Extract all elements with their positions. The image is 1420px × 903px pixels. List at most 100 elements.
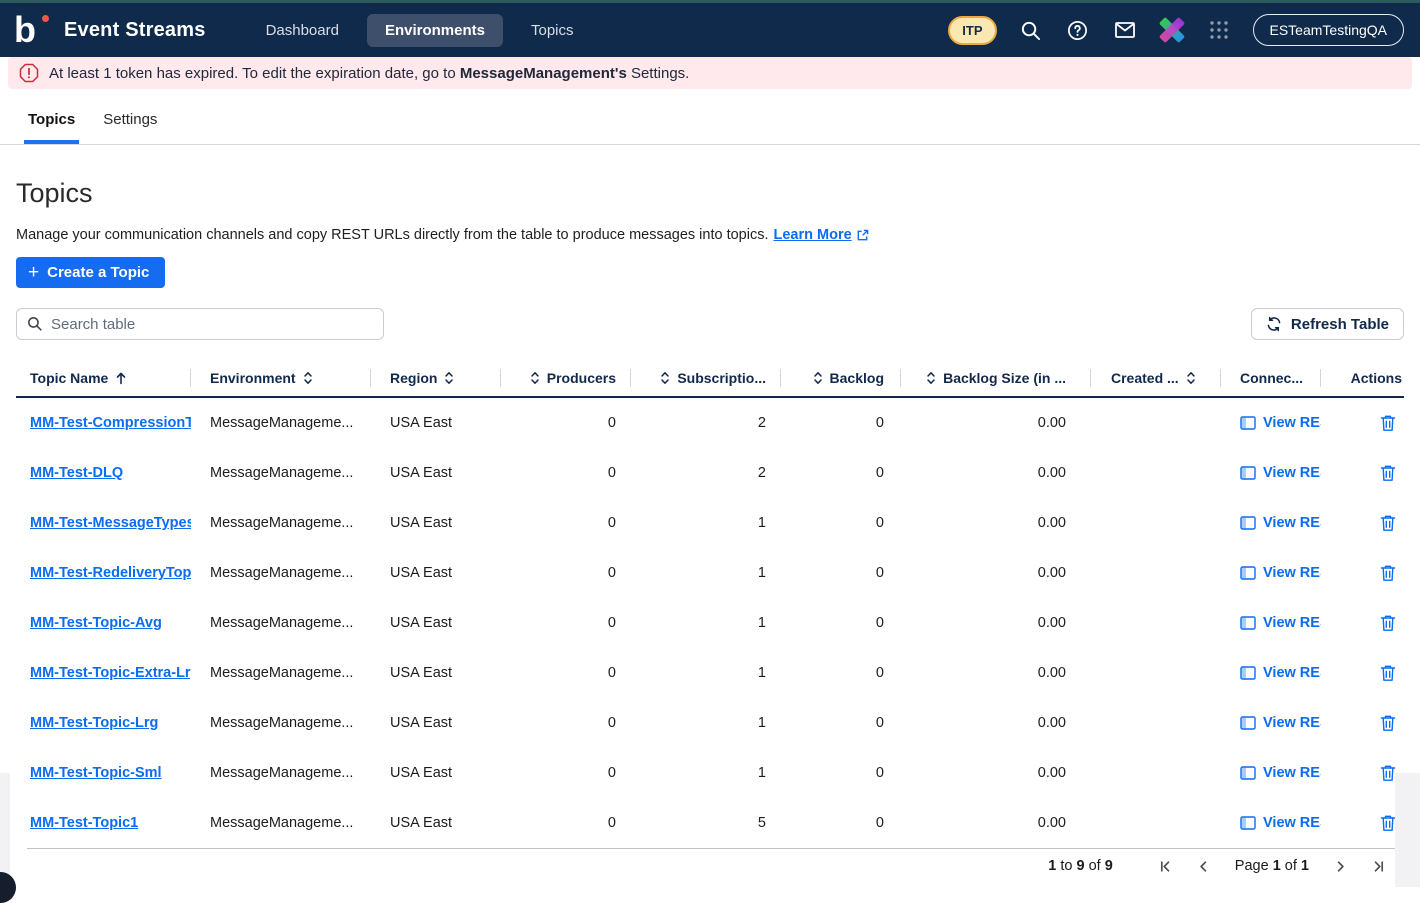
view-rest-urls-link[interactable]: View RES xyxy=(1240,465,1321,481)
topic-name-cell: MM-Test-Topic-Extra-Lrg xyxy=(16,648,191,698)
topic-name-link[interactable]: MM-Test-RedeliveryTopi xyxy=(30,565,191,581)
account-button[interactable]: ESTeamTestingQA xyxy=(1253,14,1405,46)
subscriptions-cell: 2 xyxy=(631,398,781,448)
created-cell xyxy=(1091,498,1221,548)
actions-cell xyxy=(1321,448,1404,498)
next-page-button[interactable] xyxy=(1334,860,1347,873)
page-indicator: Page 1 of 1 xyxy=(1235,858,1309,874)
topic-name-link[interactable]: MM-Test-Topic-Avg xyxy=(30,615,162,631)
producers-cell: 0 xyxy=(501,548,631,598)
table-row: MM-Test-DLQ MessageManageme... USA East … xyxy=(16,448,1404,498)
side-panel-icon xyxy=(1240,416,1256,430)
nav-topics[interactable]: Topics xyxy=(513,14,592,47)
first-page-button[interactable] xyxy=(1159,860,1172,873)
delete-topic-button[interactable] xyxy=(1380,564,1396,582)
refresh-table-button[interactable]: Refresh Table xyxy=(1251,308,1404,340)
delete-topic-button[interactable] xyxy=(1380,714,1396,732)
col-producers[interactable]: Producers xyxy=(501,360,631,396)
create-topic-button[interactable]: + Create a Topic xyxy=(16,257,165,288)
backlog-cell: 0 xyxy=(781,748,901,798)
topic-name-link[interactable]: MM-Test-MessageTypes xyxy=(30,515,191,531)
col-region[interactable]: Region xyxy=(371,360,501,396)
delete-topic-button[interactable] xyxy=(1380,464,1396,482)
topic-name-link[interactable]: MM-Test-Topic-Lrg xyxy=(30,715,158,731)
app-grid-icon[interactable] xyxy=(1206,17,1232,43)
page-edge-right xyxy=(1395,773,1420,887)
topic-name-cell: MM-Test-DLQ xyxy=(16,448,191,498)
delete-topic-button[interactable] xyxy=(1380,414,1396,432)
environment-cell: MessageManageme... xyxy=(191,748,371,798)
region-cell: USA East xyxy=(371,648,501,698)
delete-topic-button[interactable] xyxy=(1380,664,1396,682)
side-panel-icon xyxy=(1240,516,1256,530)
sort-both-icon xyxy=(660,370,670,386)
delete-topic-button[interactable] xyxy=(1380,514,1396,532)
first-page-icon xyxy=(1159,860,1172,873)
table-toolbar: Refresh Table xyxy=(16,308,1404,340)
boomi-atom-icon[interactable] xyxy=(1159,17,1185,43)
nav-environments[interactable]: Environments xyxy=(367,14,503,47)
view-rest-urls-link[interactable]: View RES xyxy=(1240,715,1321,731)
col-environment[interactable]: Environment xyxy=(191,360,371,396)
search-icon[interactable] xyxy=(1018,17,1044,43)
app-title: Event Streams xyxy=(64,19,206,42)
alert-environment-name: MessageManagement's xyxy=(460,65,627,82)
topic-name-link[interactable]: MM-Test-Topic1 xyxy=(30,815,138,831)
created-cell xyxy=(1091,798,1221,848)
producers-cell: 0 xyxy=(501,498,631,548)
backlog-cell: 0 xyxy=(781,598,901,648)
backlog-size-cell: 0.00 xyxy=(901,648,1091,698)
previous-page-button[interactable] xyxy=(1197,860,1210,873)
col-topic-name[interactable]: Topic Name xyxy=(16,360,191,396)
sort-both-icon xyxy=(444,370,454,386)
delete-topic-button[interactable] xyxy=(1380,814,1396,832)
topics-table: Topic Name Environment Region Producers … xyxy=(16,360,1404,848)
col-backlog-size[interactable]: Backlog Size (in ... xyxy=(901,360,1091,396)
view-rest-urls-link[interactable]: View RES xyxy=(1240,615,1321,631)
view-rest-urls-link[interactable]: View RES xyxy=(1240,765,1321,781)
sort-both-icon xyxy=(530,370,540,386)
view-rest-urls-link[interactable]: View RES xyxy=(1240,415,1321,431)
topic-name-cell: MM-Test-Topic-Sml xyxy=(16,748,191,798)
mail-icon[interactable] xyxy=(1112,17,1138,43)
side-panel-icon xyxy=(1240,816,1256,830)
col-backlog[interactable]: Backlog xyxy=(781,360,901,396)
view-rest-urls-link[interactable]: View RES xyxy=(1240,515,1321,531)
last-page-button[interactable] xyxy=(1372,860,1385,873)
environment-cell: MessageManageme... xyxy=(191,498,371,548)
delete-topic-button[interactable] xyxy=(1380,764,1396,782)
header-actions: ITP ESTeamTestingQA xyxy=(948,14,1404,46)
nav-dashboard[interactable]: Dashboard xyxy=(248,14,357,47)
tab-topics[interactable]: Topics xyxy=(24,111,79,144)
topic-name-link[interactable]: MM-Test-DLQ xyxy=(30,465,123,481)
topic-name-link[interactable]: MM-Test-Topic-Sml xyxy=(30,765,162,781)
topic-name-link[interactable]: MM-Test-Topic-Extra-Lrg xyxy=(30,665,191,681)
col-subscriptions[interactable]: Subscriptio... xyxy=(631,360,781,396)
tab-settings[interactable]: Settings xyxy=(99,111,161,144)
floating-corner-button[interactable] xyxy=(0,872,16,903)
learn-more-link[interactable]: Learn More xyxy=(774,227,869,243)
created-cell xyxy=(1091,748,1221,798)
view-rest-urls-link[interactable]: View RES xyxy=(1240,565,1321,581)
topic-name-link[interactable]: MM-Test-CompressionTo xyxy=(30,415,191,431)
subscriptions-cell: 1 xyxy=(631,648,781,698)
col-actions: Actions xyxy=(1321,360,1404,396)
page-title: Topics xyxy=(16,175,1404,211)
search-input[interactable] xyxy=(16,308,384,340)
created-cell xyxy=(1091,398,1221,448)
actions-cell xyxy=(1321,498,1404,548)
connections-cell: View RES xyxy=(1221,698,1321,748)
col-created[interactable]: Created ... xyxy=(1091,360,1221,396)
page-description: Manage your communication channels and c… xyxy=(16,227,1404,243)
col-connections[interactable]: Connec... xyxy=(1221,360,1321,396)
environment-badge[interactable]: ITP xyxy=(948,16,996,45)
delete-topic-button[interactable] xyxy=(1380,614,1396,632)
side-panel-icon xyxy=(1240,766,1256,780)
environment-cell: MessageManageme... xyxy=(191,548,371,598)
environment-cell: MessageManageme... xyxy=(191,798,371,848)
view-rest-urls-link[interactable]: View RES xyxy=(1240,815,1321,831)
help-icon[interactable] xyxy=(1065,17,1091,43)
view-rest-urls-link[interactable]: View RES xyxy=(1240,665,1321,681)
table-row: MM-Test-Topic-Extra-Lrg MessageManageme.… xyxy=(16,648,1404,698)
actions-cell xyxy=(1321,648,1404,698)
